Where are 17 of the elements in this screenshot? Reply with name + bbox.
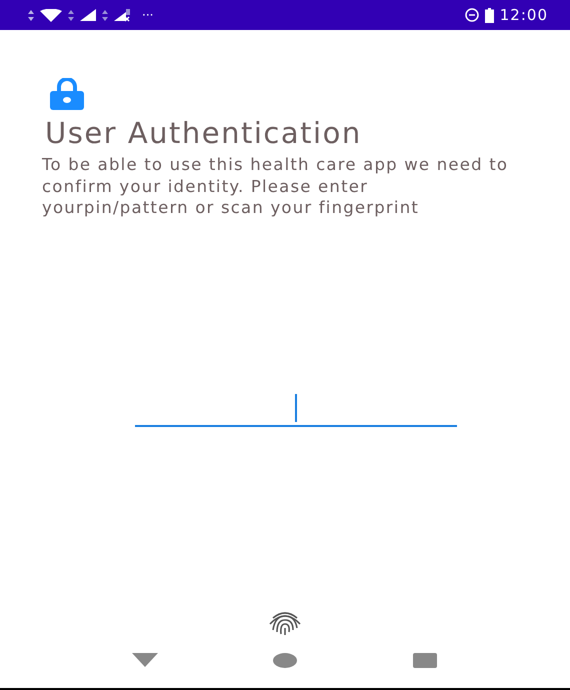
signal-icon: [80, 9, 96, 21]
battery-icon: [484, 8, 494, 22]
fingerprint-icon[interactable]: [267, 610, 303, 636]
data-arrows-icon: [102, 10, 108, 20]
data-arrows-icon: [68, 10, 74, 20]
do-not-disturb-icon: [464, 8, 479, 22]
no-signal-icon: [114, 8, 130, 22]
lock-icon: [49, 78, 85, 110]
wifi-icon: [40, 8, 62, 22]
overflow-dots: ···: [142, 8, 154, 22]
screen-title: User Authentication: [45, 116, 362, 150]
recents-button[interactable]: [412, 650, 438, 670]
clock-time: 12:00: [500, 6, 548, 24]
pin-input-field[interactable]: [135, 392, 457, 427]
data-arrows-icon: [28, 10, 34, 20]
instruction-text: To be able to use this health care app we need to confirm your identity. Please enter yourpin/pattern or scan your fingerprint: [42, 154, 510, 218]
home-button[interactable]: [272, 650, 298, 670]
